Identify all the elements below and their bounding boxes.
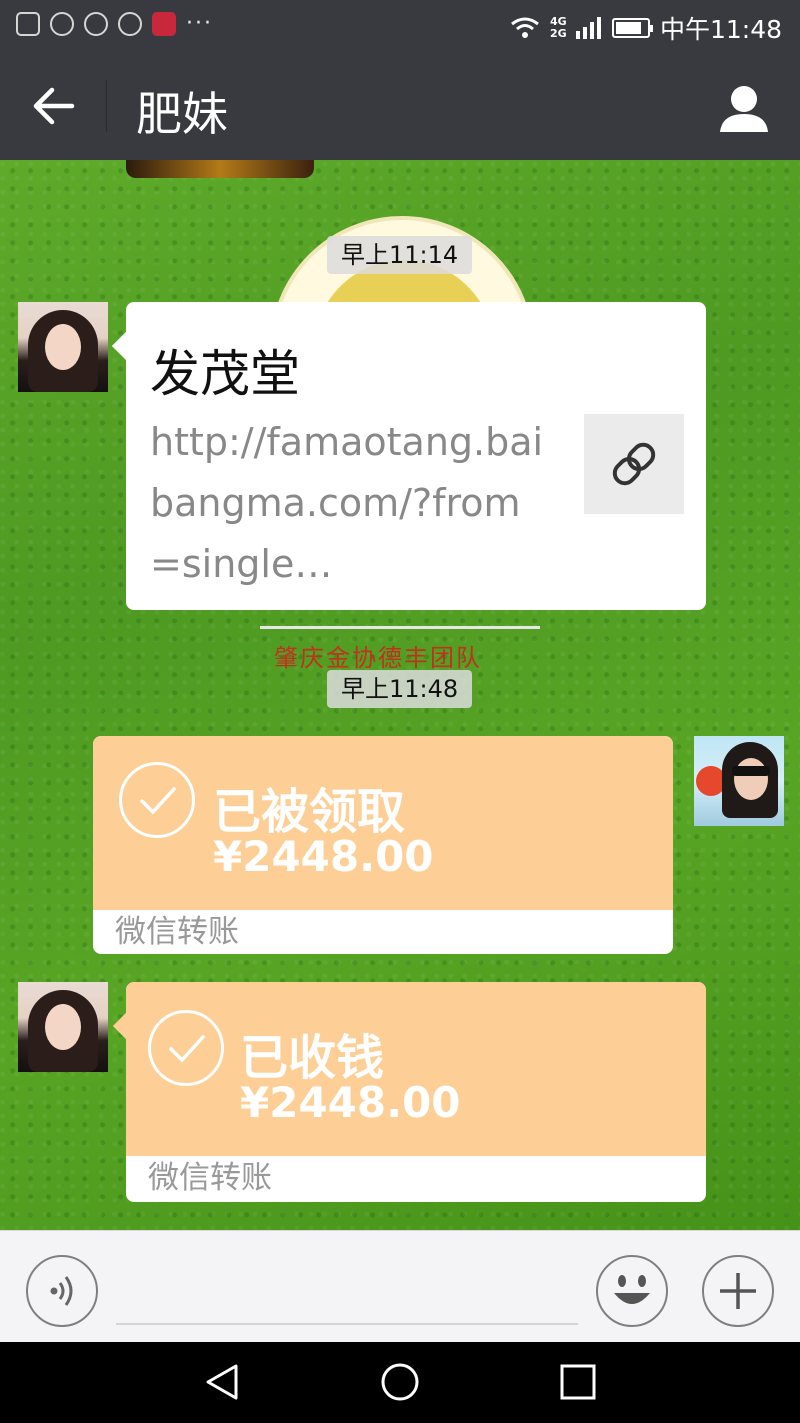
signal-icon: [575, 17, 601, 39]
nav-recents-icon[interactable]: [558, 1362, 598, 1402]
link-thumbnail: [584, 414, 684, 514]
message-input-bar: [0, 1230, 800, 1342]
notification-icons: ···: [16, 12, 213, 36]
status-time: 中午11:48: [659, 15, 782, 44]
check-circle-icon: [148, 1010, 224, 1086]
contact-avatar[interactable]: [18, 302, 108, 392]
battery-icon: [611, 18, 653, 38]
sim-card-icon: [16, 12, 40, 36]
transfer-footer: 微信转账: [115, 914, 239, 950]
transfer-amount: ¥2448.00: [240, 1078, 461, 1127]
sticker-caption: 肇庆金协德丰团队: [274, 644, 482, 672]
more-options-button[interactable]: [702, 1255, 774, 1327]
contact-name: 肥妹: [136, 87, 228, 141]
chat-area[interactable]: 早上11:14 发茂堂 http://famaotang.baibangma.c…: [0, 160, 800, 1230]
nav-home-icon[interactable]: [380, 1362, 420, 1402]
contact-avatar[interactable]: [18, 982, 108, 1072]
header-divider: [106, 80, 107, 132]
contact-info-button[interactable]: [716, 80, 772, 136]
sticker-image[interactable]: [126, 160, 314, 178]
person-icon: [720, 86, 768, 132]
transfer-amount: ¥2448.00: [213, 832, 434, 881]
network-type-label: 4G 2G: [549, 15, 567, 40]
arrow-left-icon: [33, 87, 75, 125]
link-title: 发茂堂: [150, 345, 300, 403]
message-timestamp: 早上11:14: [327, 236, 473, 274]
nav-back-icon[interactable]: [202, 1362, 242, 1402]
my-avatar[interactable]: [694, 736, 784, 826]
system-nav-bar: [0, 1342, 800, 1423]
link-url: http://famaotang.baibangma.com/?from=sin…: [150, 420, 544, 586]
shield-icon: [50, 12, 74, 36]
emoji-button[interactable]: [596, 1255, 668, 1327]
link-icon: [612, 442, 656, 486]
back-button[interactable]: [20, 76, 88, 136]
message-timestamp: 早上11:48: [327, 670, 473, 708]
check-circle-icon: [119, 762, 195, 838]
face-icon: [118, 12, 142, 36]
transfer-message-sent[interactable]: 已被领取 ¥2448.00 微信转账: [93, 736, 673, 954]
chat-header: 肥妹: [0, 52, 800, 160]
voice-input-button[interactable]: [26, 1255, 98, 1327]
voice-icon: [50, 1276, 73, 1306]
sticker-divider: [260, 626, 540, 629]
plus-icon: [720, 1273, 756, 1309]
more-notifications-icon: ···: [186, 11, 213, 36]
huawei-icon: [152, 12, 176, 36]
message-text-input[interactable]: [116, 1323, 578, 1325]
status-bar: ··· 4G 2G 中午11:48: [0, 0, 800, 52]
transfer-footer: 微信转账: [148, 1160, 272, 1196]
wifi-icon: [511, 17, 539, 38]
transfer-message-received[interactable]: 已收钱 ¥2448.00 微信转账: [126, 982, 706, 1202]
smiley-icon: [614, 1275, 650, 1304]
wifi-security-icon: [84, 12, 108, 36]
link-message[interactable]: 发茂堂 http://famaotang.baibangma.com/?from…: [126, 302, 706, 610]
